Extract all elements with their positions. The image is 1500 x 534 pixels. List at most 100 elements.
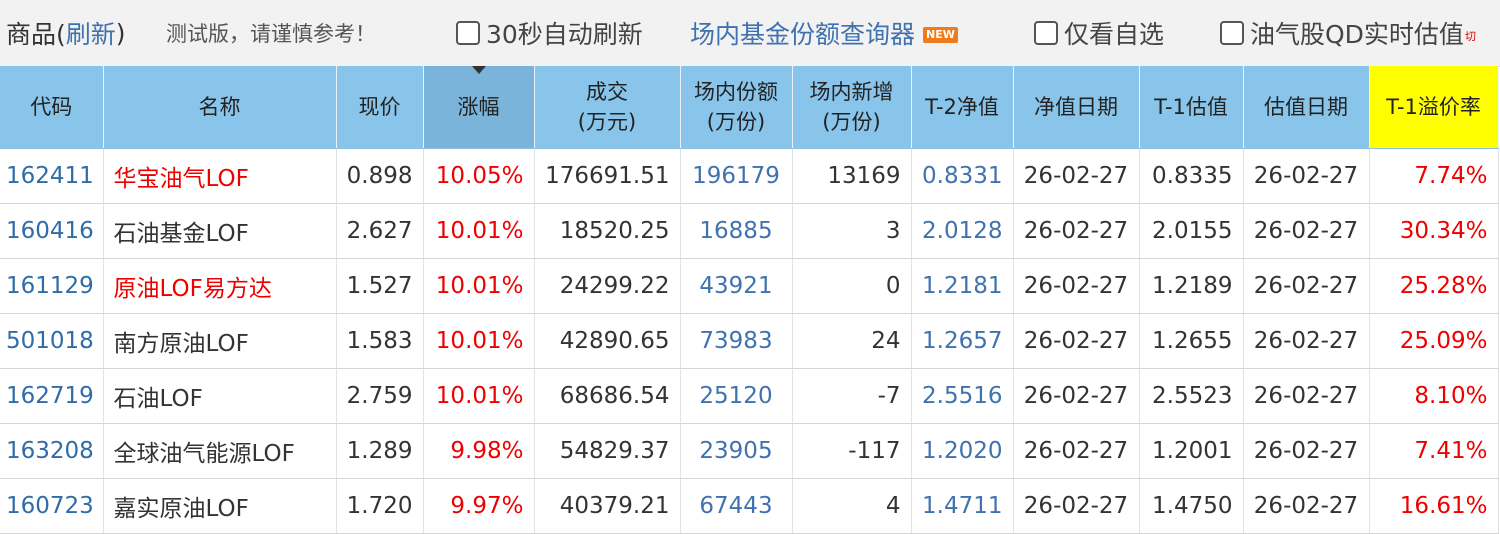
- cell-shares[interactable]: 73983: [680, 313, 793, 369]
- cell-turnover: 54829.37: [534, 423, 681, 479]
- column-header-name[interactable]: 名称: [103, 66, 337, 149]
- cell-turnover: 40379.21: [534, 478, 681, 534]
- oil-qd-label[interactable]: 油气股QD实时估值: [1250, 15, 1464, 51]
- page-title: 商品(刷新): [6, 0, 126, 66]
- cell-nav-t2[interactable]: 2.5516: [911, 368, 1014, 424]
- cell-price: 1.720: [336, 478, 424, 534]
- cell-price: 2.759: [336, 368, 424, 424]
- cell-turnover: 24299.22: [534, 258, 681, 314]
- cell-nav-t2[interactable]: 2.0128: [911, 203, 1014, 259]
- watchlist-only-label[interactable]: 仅看自选: [1064, 15, 1164, 51]
- auto-refresh-option[interactable]: 30秒自动刷新: [456, 0, 643, 66]
- cell-code[interactable]: 501018: [0, 313, 104, 369]
- column-header-unit: (万元): [577, 110, 637, 134]
- table-row[interactable]: 162411 华宝油气LOF 0.898 10.05% 176691.51 196179 1…: [0, 148, 1499, 204]
- cell-nav-date: 26-02-27: [1013, 368, 1140, 424]
- watchlist-only-checkbox[interactable]: [1034, 21, 1058, 45]
- new-badge-icon: NEW: [923, 27, 958, 43]
- column-header-est-date[interactable]: 估值日期: [1243, 66, 1370, 149]
- cell-nav-date: 26-02-27: [1013, 313, 1140, 369]
- cell-price: 1.583: [336, 313, 424, 369]
- switch-link[interactable]: 切: [1465, 28, 1476, 44]
- table-row[interactable]: 163208 全球油气能源LOF 1.289 9.98% 54829.37 23905 -1…: [0, 423, 1499, 479]
- column-header-nav-t2[interactable]: T-2净值: [911, 66, 1014, 149]
- auto-refresh-label[interactable]: 30秒自动刷新: [486, 15, 643, 51]
- column-header-nav-date[interactable]: 净值日期: [1013, 66, 1140, 149]
- cell-new-shares: 24: [792, 313, 912, 369]
- column-header-label: 估值日期: [1264, 95, 1348, 119]
- cell-name[interactable]: 石油基金LOF: [103, 203, 337, 259]
- fund-share-query-label[interactable]: 场内基金份额查询器: [690, 15, 915, 51]
- table-row[interactable]: 160723 嘉实原油LOF 1.720 9.97% 40379.21 67443 4 1.4…: [0, 478, 1499, 534]
- cell-change: 10.01%: [423, 203, 535, 259]
- cell-nav-date: 26-02-27: [1013, 478, 1140, 534]
- cell-code[interactable]: 160416: [0, 203, 104, 259]
- oil-qd-checkbox[interactable]: [1220, 21, 1244, 45]
- cell-price: 2.627: [336, 203, 424, 259]
- cell-code[interactable]: 163208: [0, 423, 104, 479]
- cell-shares[interactable]: 43921: [680, 258, 793, 314]
- cell-shares[interactable]: 67443: [680, 478, 793, 534]
- refresh-link[interactable]: 刷新: [66, 15, 116, 51]
- title-prefix: 商品(: [6, 20, 66, 49]
- cell-name[interactable]: 石油LOF: [103, 368, 337, 424]
- column-header-new-shares[interactable]: 场内新增 (万份): [792, 66, 912, 149]
- cell-name[interactable]: 原油LOF易方达: [103, 258, 337, 314]
- cell-est-date: 26-02-27: [1243, 478, 1370, 534]
- cell-code[interactable]: 161129: [0, 258, 104, 314]
- cell-name[interactable]: 华宝油气LOF: [103, 148, 337, 204]
- cell-nav-t2[interactable]: 1.2657: [911, 313, 1014, 369]
- cell-premium: 16.61%: [1369, 478, 1499, 534]
- cell-nav-t2[interactable]: 0.8331: [911, 148, 1014, 204]
- table-row[interactable]: 161129 原油LOF易方达 1.527 10.01% 24299.22 43921 0 1…: [0, 258, 1499, 314]
- cell-shares[interactable]: 16885: [680, 203, 793, 259]
- cell-change: 10.05%: [423, 148, 535, 204]
- cell-nav-t2[interactable]: 1.4711: [911, 478, 1014, 534]
- top-bar: 商品(刷新) 测试版，请谨慎参考！ 30秒自动刷新 场内基金份额查询器 NEW …: [0, 0, 1500, 67]
- cell-name[interactable]: 南方原油LOF: [103, 313, 337, 369]
- cell-code[interactable]: 162411: [0, 148, 104, 204]
- cell-name[interactable]: 嘉实原油LOF: [103, 478, 337, 534]
- cell-new-shares: -117: [792, 423, 912, 479]
- column-header-est-t1[interactable]: T-1估值: [1139, 66, 1244, 149]
- cell-change: 10.01%: [423, 368, 535, 424]
- column-header-unit: (万份): [706, 110, 766, 134]
- column-header-label: 成交: [586, 80, 628, 104]
- cell-est-t1: 1.4750: [1139, 478, 1244, 534]
- cell-nav-t2[interactable]: 1.2020: [911, 423, 1014, 479]
- cell-shares[interactable]: 196179: [680, 148, 793, 204]
- column-header-price[interactable]: 现价: [336, 66, 424, 149]
- column-header-turnover[interactable]: 成交 (万元): [534, 66, 681, 149]
- cell-change: 9.97%: [423, 478, 535, 534]
- cell-est-date: 26-02-27: [1243, 258, 1370, 314]
- table-row[interactable]: 162719 石油LOF 2.759 10.01% 68686.54 25120 -7 2.5…: [0, 368, 1499, 424]
- cell-est-t1: 2.5523: [1139, 368, 1244, 424]
- cell-est-t1: 1.2001: [1139, 423, 1244, 479]
- cell-price: 1.527: [336, 258, 424, 314]
- cell-nav-date: 26-02-27: [1013, 203, 1140, 259]
- fund-share-query-link[interactable]: 场内基金份额查询器 NEW: [690, 0, 958, 66]
- cell-nav-t2[interactable]: 1.2181: [911, 258, 1014, 314]
- column-header-label: T-2净值: [925, 95, 999, 119]
- cell-turnover: 18520.25: [534, 203, 681, 259]
- cell-shares[interactable]: 23905: [680, 423, 793, 479]
- cell-turnover: 42890.65: [534, 313, 681, 369]
- column-header-unit: (万份): [822, 110, 881, 134]
- oil-qd-option[interactable]: 油气股QD实时估值 切: [1220, 0, 1476, 66]
- column-header-code[interactable]: 代码: [0, 66, 104, 149]
- cell-est-date: 26-02-27: [1243, 423, 1370, 479]
- auto-refresh-checkbox[interactable]: [456, 21, 480, 45]
- cell-code[interactable]: 160723: [0, 478, 104, 534]
- cell-est-date: 26-02-27: [1243, 368, 1370, 424]
- cell-shares[interactable]: 25120: [680, 368, 793, 424]
- cell-name[interactable]: 全球油气能源LOF: [103, 423, 337, 479]
- column-header-shares[interactable]: 场内份额 (万份): [680, 66, 793, 149]
- column-header-change[interactable]: 涨幅: [423, 66, 535, 149]
- column-header-premium[interactable]: T-1溢价率: [1369, 66, 1499, 149]
- watchlist-only-option[interactable]: 仅看自选: [1034, 0, 1164, 66]
- table-row[interactable]: 501018 南方原油LOF 1.583 10.01% 42890.65 73983 24 1…: [0, 313, 1499, 369]
- table-row[interactable]: 160416 石油基金LOF 2.627 10.01% 18520.25 16885 3 2.…: [0, 203, 1499, 259]
- table-header: 代码 名称 现价 涨幅 成交 (万元) 场内份额 (万份) 场内新增 (万份) T-2净值 净值日期 T…: [0, 66, 1499, 149]
- cell-nav-date: 26-02-27: [1013, 423, 1140, 479]
- cell-code[interactable]: 162719: [0, 368, 104, 424]
